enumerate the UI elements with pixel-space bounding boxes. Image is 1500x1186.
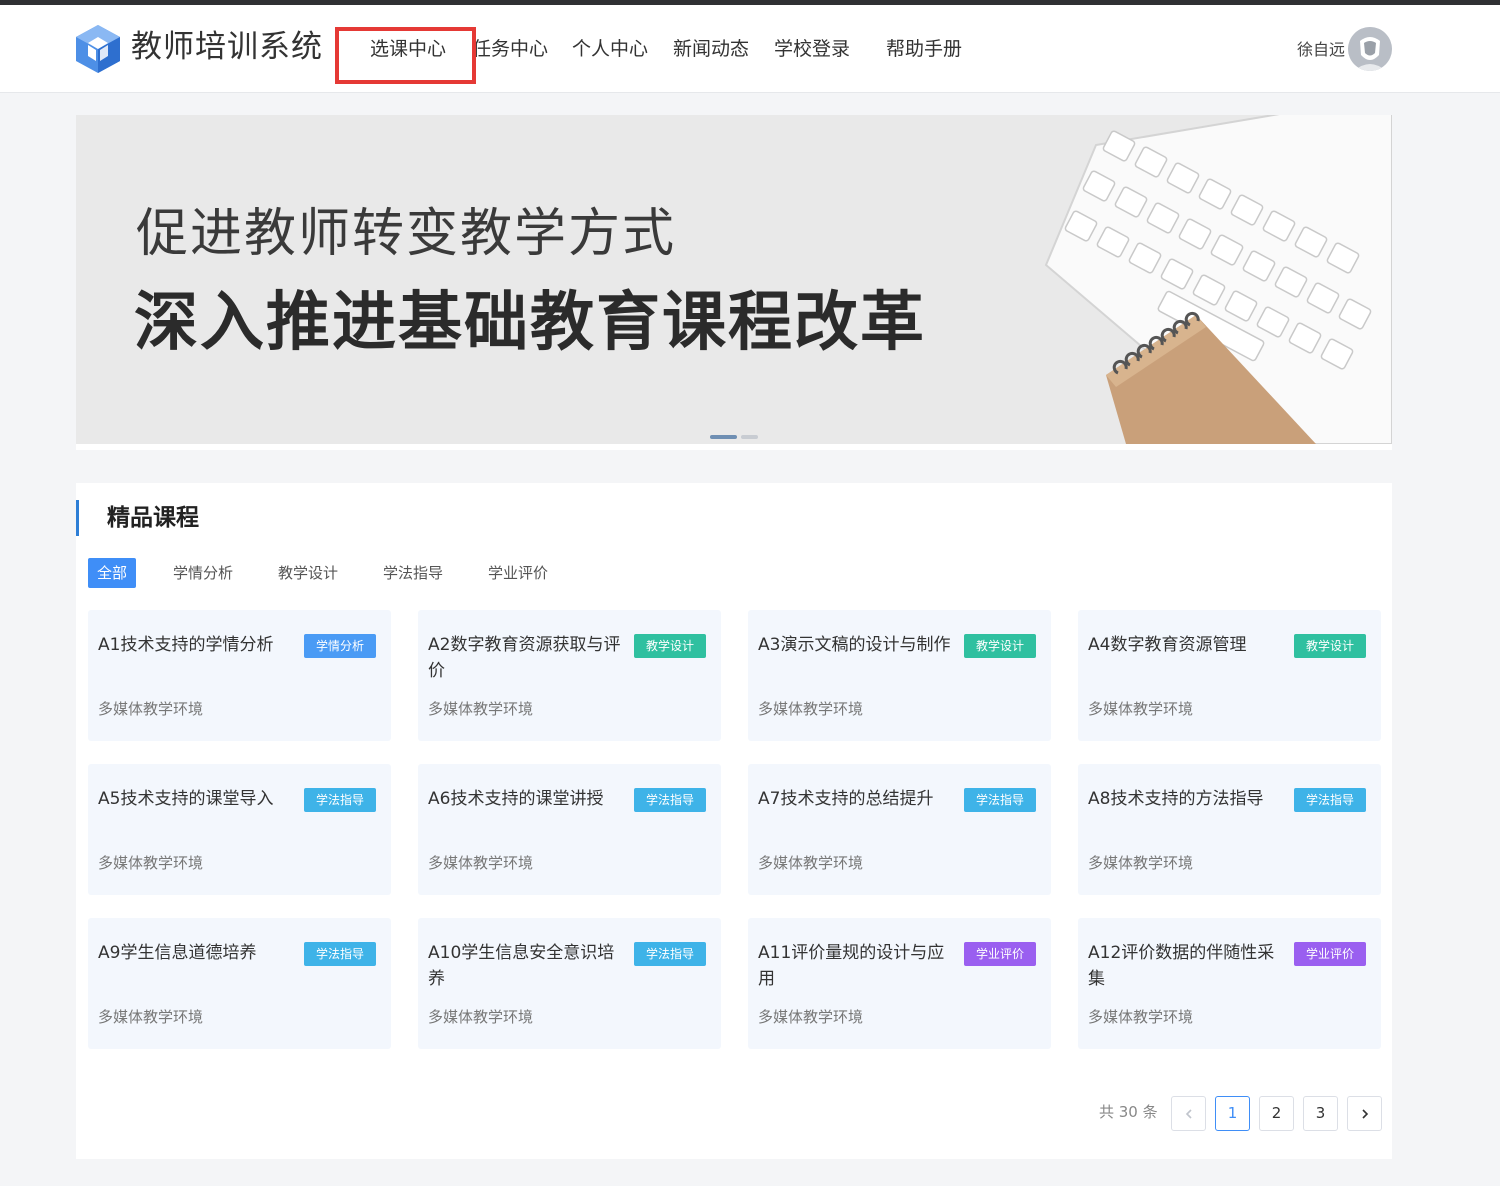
course-title: A5技术支持的课堂导入 <box>98 789 274 809</box>
course-card[interactable]: A5技术支持的课堂导入 学法指导 多媒体教学环境 <box>88 764 391 895</box>
course-title: A10学生信息安全意识培养 <box>428 943 615 989</box>
course-title: A2数字教育资源获取与评价 <box>428 635 621 681</box>
course-card[interactable]: A9学生信息道德培养 学法指导 多媒体教学环境 <box>88 918 391 1049</box>
site-title: 教师培训系统 <box>131 29 323 65</box>
pagination-prev-button[interactable] <box>1171 1096 1206 1131</box>
carousel-dot-2[interactable] <box>741 435 758 439</box>
course-title: A6技术支持的课堂讲授 <box>428 789 604 809</box>
course-environment: 多媒体教学环境 <box>1088 700 1194 718</box>
course-card[interactable]: A1技术支持的学情分析 学情分析 多媒体教学环境 <box>88 610 391 741</box>
course-tag: 学业评价 <box>1294 942 1366 966</box>
chevron-left-icon <box>1185 1108 1192 1119</box>
course-tag: 学法指导 <box>634 788 706 812</box>
nav-personal-center[interactable]: 个人中心 <box>572 35 648 63</box>
section-accent-bar <box>76 500 79 536</box>
course-card[interactable]: A7技术支持的总结提升 学法指导 多媒体教学环境 <box>748 764 1051 895</box>
nav-task-center[interactable]: 任务中心 <box>472 35 548 63</box>
course-title: A12评价数据的伴随性采集 <box>1088 943 1275 989</box>
course-tag: 学情分析 <box>304 634 376 658</box>
course-tag: 学法指导 <box>304 942 376 966</box>
course-environment: 多媒体教学环境 <box>758 1008 864 1026</box>
filter-academic-evaluation[interactable]: 学业评价 <box>479 558 557 588</box>
nav-news[interactable]: 新闻动态 <box>673 35 749 63</box>
keyboard-notebook-illustration <box>1044 115 1392 444</box>
user-avatar-icon <box>1348 27 1392 71</box>
banner-carousel[interactable]: 促进教师转变教学方式 深入推进基础教育课程改革 <box>76 115 1392 444</box>
course-environment: 多媒体教学环境 <box>428 700 534 718</box>
course-card[interactable]: A3演示文稿的设计与制作 教学设计 多媒体教学环境 <box>748 610 1051 741</box>
course-environment: 多媒体教学环境 <box>758 854 864 872</box>
course-card[interactable]: A4数字教育资源管理 教学设计 多媒体教学环境 <box>1078 610 1381 741</box>
course-card[interactable]: A8技术支持的方法指导 学法指导 多媒体教学环境 <box>1078 764 1381 895</box>
header: 教师培训系统 选课中心 任务中心 个人中心 新闻动态 学校登录 帮助手册 徐自远 <box>0 5 1500 93</box>
nav-help-manual[interactable]: 帮助手册 <box>886 35 962 63</box>
course-environment: 多媒体教学环境 <box>98 854 204 872</box>
user-avatar[interactable] <box>1348 27 1392 71</box>
course-tag: 学法指导 <box>304 788 376 812</box>
banner-underline <box>76 444 1392 450</box>
pagination-next-button[interactable] <box>1347 1096 1382 1131</box>
username[interactable]: 徐自远 <box>1297 39 1345 61</box>
pagination-page-2[interactable]: 2 <box>1259 1096 1294 1131</box>
course-environment: 多媒体教学环境 <box>1088 854 1194 872</box>
course-tag: 学法指导 <box>1294 788 1366 812</box>
section-title: 精品课程 <box>107 505 199 531</box>
course-card[interactable]: A11评价量规的设计与应用 学业评价 多媒体教学环境 <box>748 918 1051 1049</box>
course-title: A8技术支持的方法指导 <box>1088 789 1264 809</box>
filter-learning-guidance[interactable]: 学法指导 <box>374 558 452 588</box>
course-environment: 多媒体教学环境 <box>98 1008 204 1026</box>
course-card[interactable]: A12评价数据的伴随性采集 学业评价 多媒体教学环境 <box>1078 918 1381 1049</box>
carousel-dot-1[interactable] <box>710 435 737 439</box>
course-card[interactable]: A6技术支持的课堂讲授 学法指导 多媒体教学环境 <box>418 764 721 895</box>
pagination-page-1[interactable]: 1 <box>1215 1096 1250 1131</box>
course-title: A7技术支持的总结提升 <box>758 789 934 809</box>
chevron-right-icon <box>1361 1108 1368 1119</box>
course-title: A3演示文稿的设计与制作 <box>758 635 951 655</box>
nav-course-center[interactable]: 选课中心 <box>370 35 446 63</box>
banner-headline: 促进教师转变教学方式 <box>136 204 677 264</box>
course-card[interactable]: A2数字教育资源获取与评价 教学设计 多媒体教学环境 <box>418 610 721 741</box>
course-environment: 多媒体教学环境 <box>1088 1008 1194 1026</box>
course-panel: 精品课程 全部 学情分析 教学设计 学法指导 学业评价 A1技术支持的学情分析 … <box>76 483 1392 1159</box>
course-tag: 学法指导 <box>964 788 1036 812</box>
filter-teaching-design[interactable]: 教学设计 <box>269 558 347 588</box>
cube-logo-icon <box>76 25 120 73</box>
filter-learning-analysis[interactable]: 学情分析 <box>164 558 242 588</box>
course-environment: 多媒体教学环境 <box>428 854 534 872</box>
pagination-page-3[interactable]: 3 <box>1303 1096 1338 1131</box>
banner-subheadline: 深入推进基础教育课程改革 <box>134 286 926 360</box>
course-title: A11评价量规的设计与应用 <box>758 943 945 989</box>
filter-all[interactable]: 全部 <box>88 558 137 588</box>
nav-school-login[interactable]: 学校登录 <box>774 35 850 63</box>
course-tag: 学法指导 <box>634 942 706 966</box>
course-tag: 教学设计 <box>634 634 706 658</box>
course-title: A4数字教育资源管理 <box>1088 635 1247 655</box>
course-tag: 教学设计 <box>964 634 1036 658</box>
course-environment: 多媒体教学环境 <box>98 700 204 718</box>
course-tag: 教学设计 <box>1294 634 1366 658</box>
course-card[interactable]: A10学生信息安全意识培养 学法指导 多媒体教学环境 <box>418 918 721 1049</box>
course-title: A9学生信息道德培养 <box>98 943 257 963</box>
pagination-total: 共 30 条 <box>1099 1103 1158 1121</box>
course-title: A1技术支持的学情分析 <box>98 635 274 655</box>
course-tag: 学业评价 <box>964 942 1036 966</box>
course-environment: 多媒体教学环境 <box>758 700 864 718</box>
course-environment: 多媒体教学环境 <box>428 1008 534 1026</box>
